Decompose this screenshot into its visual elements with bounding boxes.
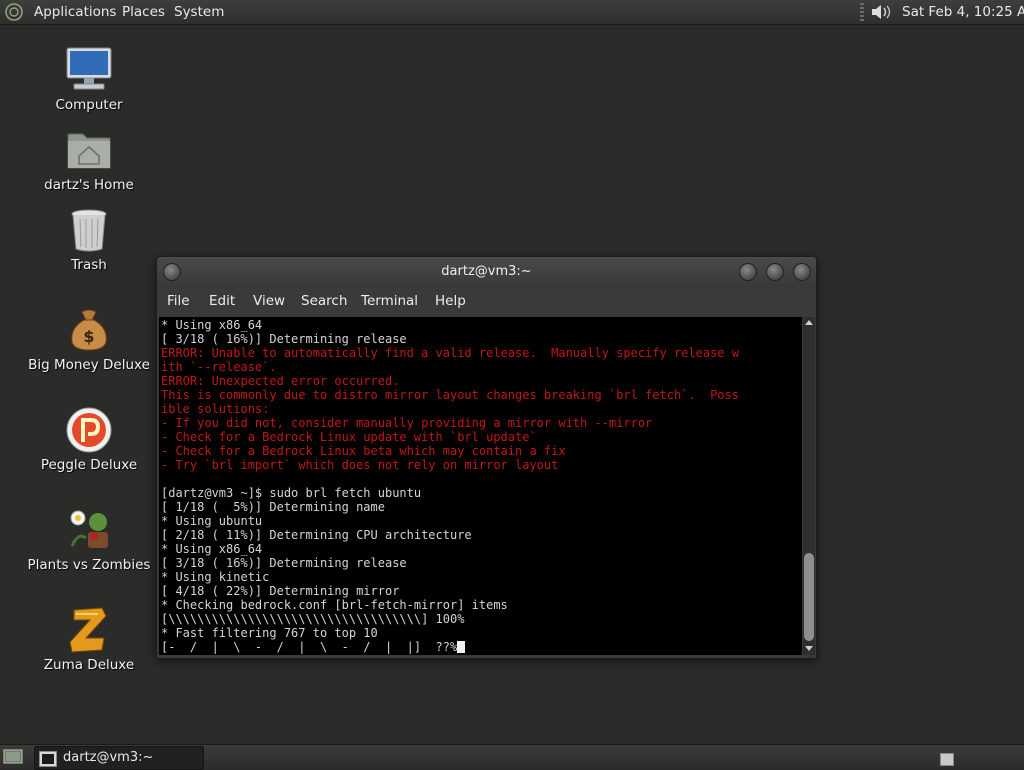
menu-file[interactable]: File [167, 293, 190, 309]
terminal-line-text: - If you did not, consider manually prov… [161, 416, 653, 430]
terminal-line-text: - Check for a Bedrock Linux beta which m… [161, 444, 566, 458]
desktop-icon-label: Peggle Deluxe [40, 457, 138, 473]
menu-places[interactable]: Places [122, 0, 165, 24]
terminal-line: [\\\\\\\\\\\\\\\\\\\\\\\\\\\\\\\\\\\] 10… [161, 612, 739, 626]
terminal-line-text: ERROR: Unexpected error occurred. [161, 374, 400, 388]
panel-grip [860, 3, 864, 21]
desktop-icon-label: Big Money Deluxe [28, 357, 150, 373]
menu-applications[interactable]: Applications [34, 0, 116, 24]
terminal-line: ERROR: Unable to automatically find a va… [161, 346, 739, 360]
minimize-button[interactable] [739, 263, 757, 281]
scroll-up-arrow-icon[interactable] [805, 320, 813, 325]
menu-help[interactable]: Help [435, 293, 466, 309]
terminal-line-text: This is commonly due to distro mirror la… [161, 388, 739, 402]
terminal-line: [ 3/18 ( 16%)] Determining release [161, 556, 739, 570]
terminal-line-text: [dartz@vm3 ~]$ sudo brl fetch ubuntu [161, 486, 422, 500]
maximize-button[interactable] [766, 263, 784, 281]
terminal-line-text: [ 3/18 ( 16%)] Determining release [161, 556, 407, 570]
desktop-icon-label: Trash [71, 257, 107, 273]
menu-system[interactable]: System [174, 0, 224, 24]
terminal-line: ith `--release`. [161, 360, 739, 374]
terminal-line: - Try `brl import` which does not rely o… [161, 458, 739, 472]
terminal-line: This is commonly due to distro mirror la… [161, 388, 739, 402]
terminal-line-text: - Check for a Bedrock Linux update with … [161, 430, 537, 444]
terminal-line-text: [- / | \ - / | \ - / | |] ??% [161, 640, 458, 654]
terminal-line-text: * Using x86_64 [161, 318, 263, 332]
terminal-line: - Check for a Bedrock Linux update with … [161, 430, 739, 444]
desktop-icon-label: Zuma Deluxe [43, 657, 135, 673]
distro-logo-icon[interactable] [5, 3, 23, 21]
terminal-scrollbar[interactable] [803, 317, 815, 655]
scrollbar-thumb[interactable] [804, 553, 814, 641]
terminal-line: [ 2/18 ( 11%)] Determining CPU architect… [161, 528, 739, 542]
terminal-line: [dartz@vm3 ~]$ sudo brl fetch ubuntu [161, 486, 739, 500]
terminal-line-text: ith `--release`. [161, 360, 277, 374]
svg-text:$: $ [83, 327, 94, 346]
trash-icon [71, 209, 107, 252]
zuma-icon [69, 607, 107, 653]
terminal-window: dartz@vm3:~ File Edit View Search Termin… [156, 256, 817, 659]
terminal-line-text: [ 1/18 ( 5%)] Determining name [161, 500, 385, 514]
terminal-line-text: [ 2/18 ( 11%)] Determining CPU architect… [161, 528, 472, 542]
terminal-line: ible solutions: [161, 402, 739, 416]
taskbar-button-label: dartz@vm3:~ [63, 750, 154, 765]
terminal-line-text: - Try `brl import` which does not rely o… [161, 458, 559, 472]
terminal-line-text: * Using kinetic [161, 570, 270, 584]
plants-vs-zombies-icon [70, 510, 108, 548]
window-title: dartz@vm3:~ [441, 264, 532, 279]
home-folder-icon [67, 133, 111, 169]
terminal-line-text: * Checking bedrock.conf [brl-fetch-mirro… [161, 598, 508, 612]
terminal-line-text: * Using x86_64 [161, 542, 263, 556]
terminal-line: * Using x86_64 [161, 542, 739, 556]
menu-view[interactable]: View [253, 293, 285, 309]
terminal-line: [ 1/18 ( 5%)] Determining name [161, 500, 739, 514]
close-button[interactable] [793, 263, 811, 281]
bottom-panel: dartz@vm3:~ [0, 744, 1024, 770]
terminal-line-text: [\\\\\\\\\\\\\\\\\\\\\\\\\\\\\\\\\\\] 10… [161, 612, 465, 626]
terminal-line-text: * Fast filtering 767 to top 10 [161, 626, 378, 640]
desktop-icon-label: Computer [55, 97, 123, 113]
taskbar-button-terminal[interactable]: dartz@vm3:~ [34, 746, 204, 770]
terminal-line: [- / | \ - / | \ - / | |] ??% [161, 640, 739, 654]
scroll-down-arrow-icon[interactable] [805, 646, 813, 651]
terminal-line-text: * Using ubuntu [161, 514, 263, 528]
menu-edit[interactable]: Edit [209, 293, 235, 309]
terminal-line: * Using kinetic [161, 570, 739, 584]
desktop-icon-label: Plants vs Zombies [27, 557, 151, 573]
show-desktop-icon[interactable] [3, 748, 23, 766]
terminal-line: [ 4/18 ( 22%)] Determining mirror [161, 584, 739, 598]
terminal-line-text: ible solutions: [161, 402, 270, 416]
terminal-line-text: ERROR: Unable to automatically find a va… [161, 346, 739, 360]
computer-icon [66, 47, 112, 90]
terminal-line-text: [ 3/18 ( 16%)] Determining release [161, 332, 407, 346]
top-panel: Applications Places System Sat Feb 4, 10… [0, 0, 1024, 25]
terminal-line: * Using ubuntu [161, 514, 739, 528]
terminal-line: * Checking bedrock.conf [brl-fetch-mirro… [161, 598, 739, 612]
terminal-line: ERROR: Unexpected error occurred. [161, 374, 739, 388]
terminal-line: - Check for a Bedrock Linux beta which m… [161, 444, 739, 458]
window-titlebar[interactable]: dartz@vm3:~ [157, 257, 816, 287]
desktop-icon-label: dartz's Home [44, 177, 134, 193]
terminal-icon [39, 751, 57, 767]
menu-search[interactable]: Search [301, 293, 347, 309]
clock[interactable]: Sat Feb 4, 10:25 AM [902, 0, 1024, 24]
menu-terminal[interactable]: Terminal [361, 293, 418, 309]
terminal-output[interactable]: * Using x86_64[ 3/18 ( 16%)] Determining… [159, 317, 802, 655]
volume-icon[interactable] [869, 2, 893, 22]
peggle-icon [66, 407, 112, 453]
workspace-switcher[interactable] [940, 753, 954, 766]
terminal-line: * Fast filtering 767 to top 10 [161, 626, 739, 640]
terminal-line: [ 3/18 ( 16%)] Determining release [161, 332, 739, 346]
terminal-cursor [457, 641, 466, 653]
terminal-line: * Using x86_64 [161, 318, 739, 332]
money-bag-icon: $ [71, 309, 107, 351]
terminal-menubar: File Edit View Search Terminal Help [157, 287, 816, 316]
terminal-line-text: [ 4/18 ( 22%)] Determining mirror [161, 584, 400, 598]
terminal-line: - If you did not, consider manually prov… [161, 416, 739, 430]
